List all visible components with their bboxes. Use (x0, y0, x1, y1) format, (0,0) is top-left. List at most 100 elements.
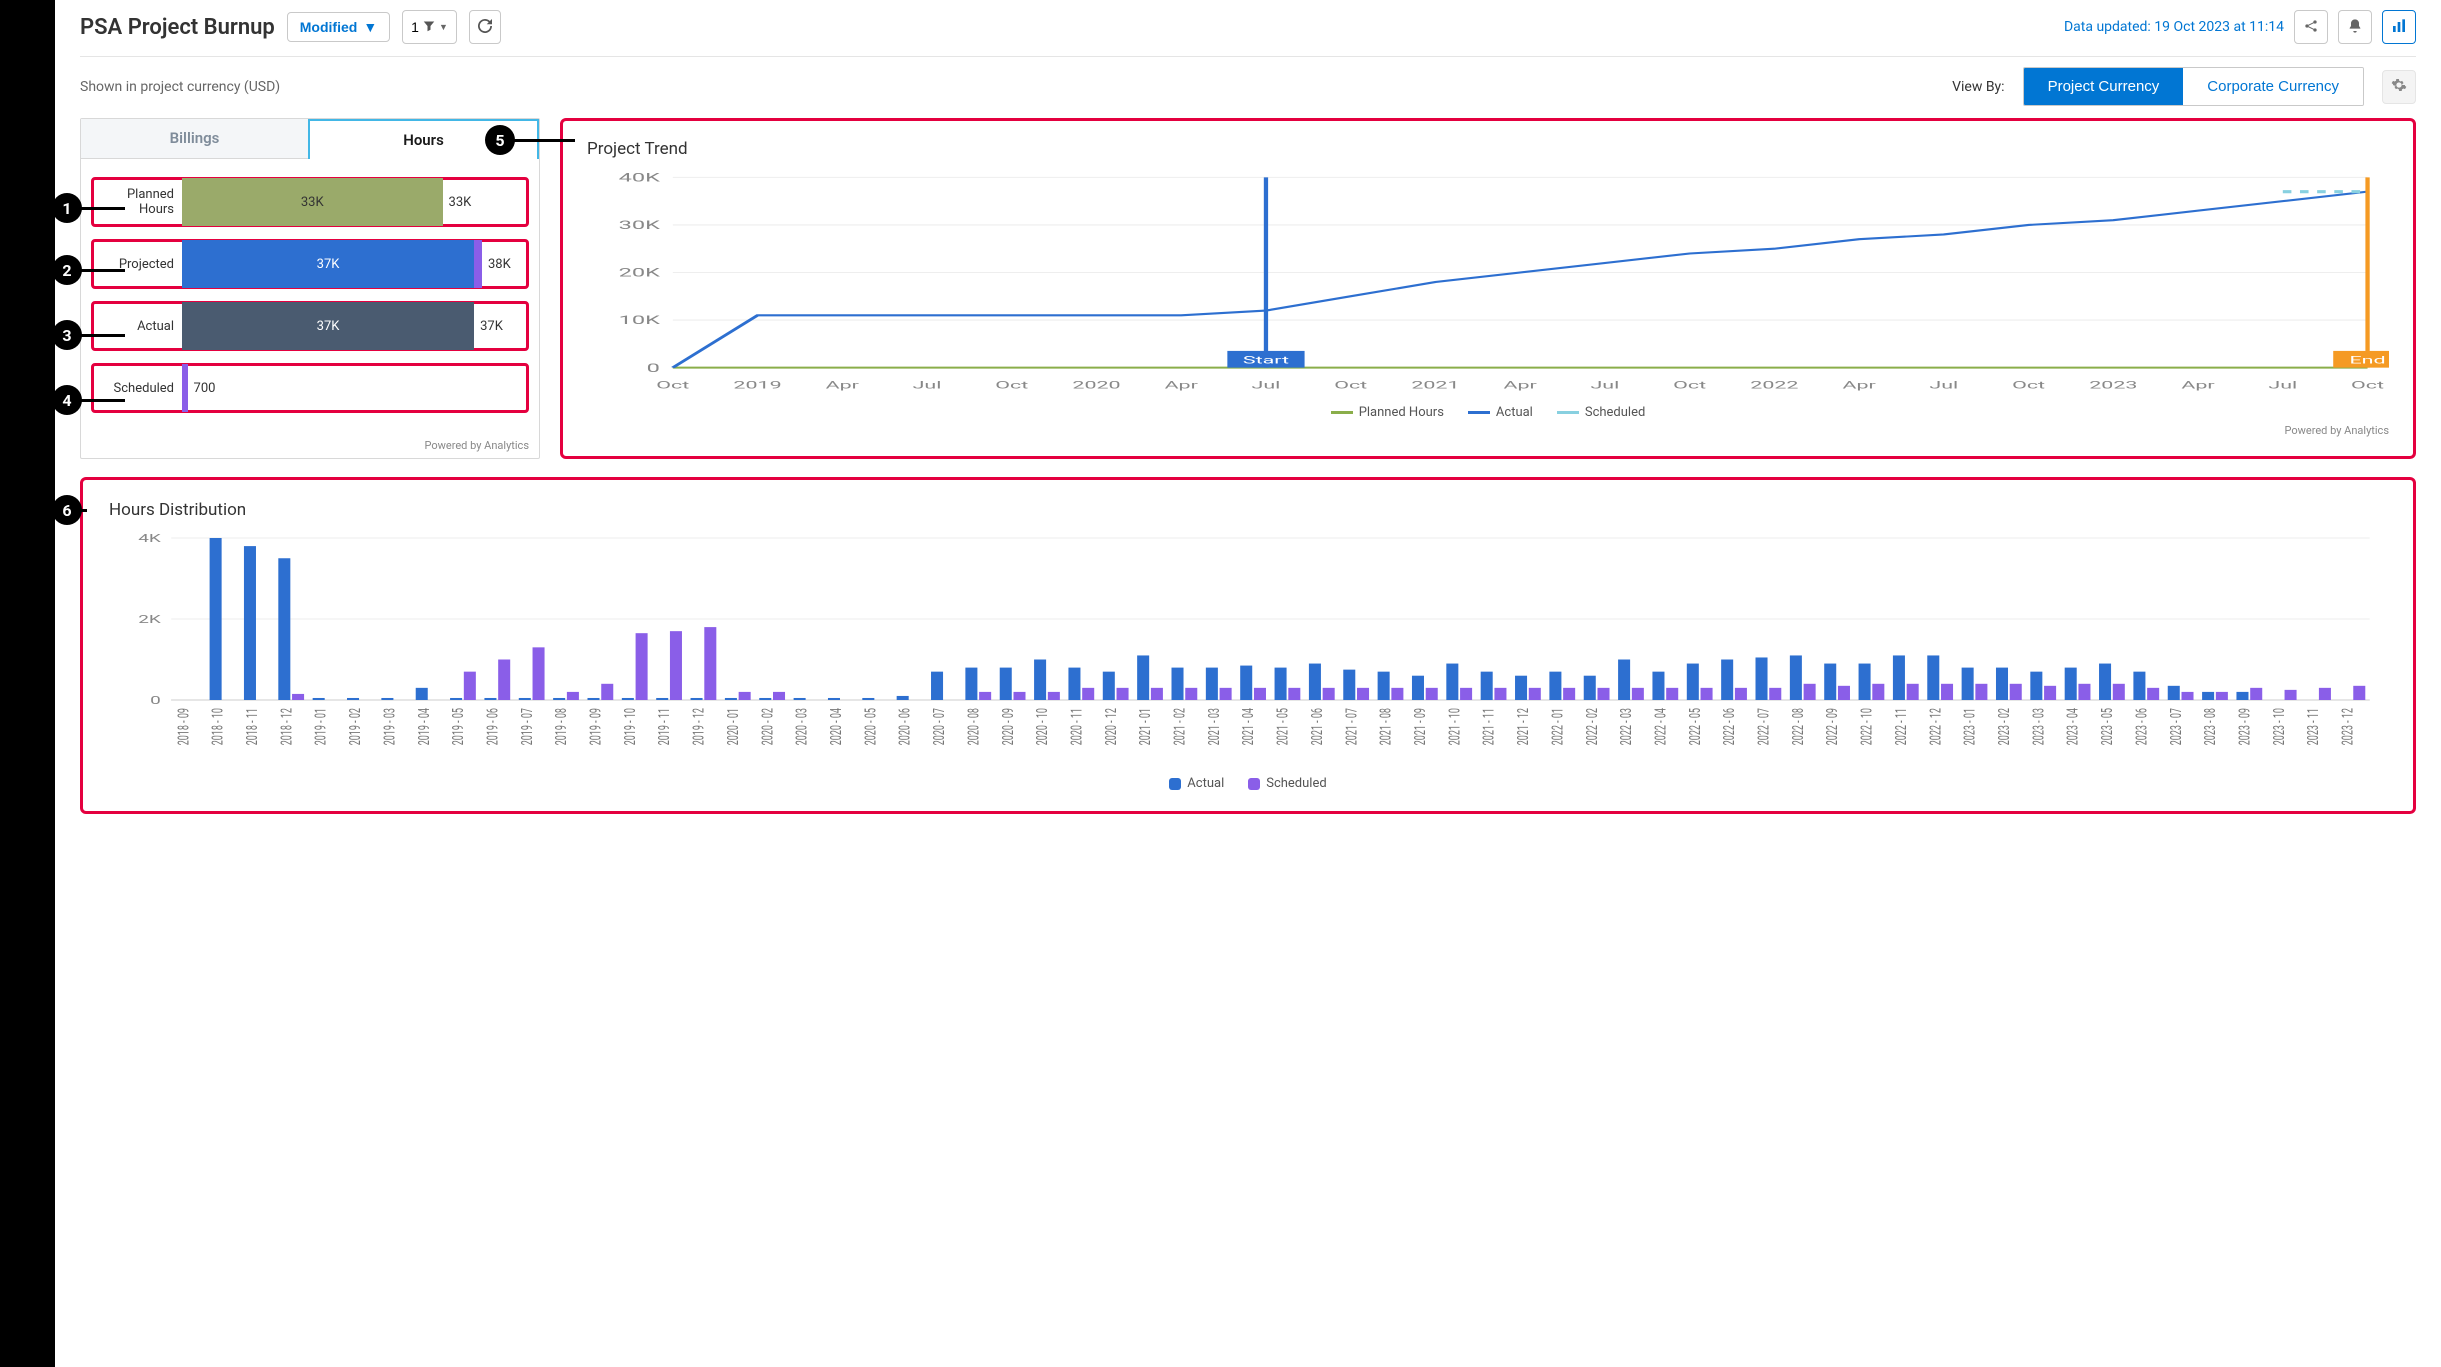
svg-text:0: 0 (150, 694, 161, 707)
svg-text:2020 - 08: 2020 - 08 (965, 708, 983, 745)
callout-line (510, 139, 575, 142)
header: PSA Project Burnup Modified ▼ 1 ▼ (80, 10, 2416, 57)
svg-text:2021 - 09: 2021 - 09 (1412, 708, 1430, 745)
bell-icon (2347, 18, 2363, 37)
bar-value: 38K (488, 257, 511, 272)
trend-legend: Planned Hours Actual Scheduled (587, 405, 2389, 420)
subheader: Shown in project currency (USD) View By:… (80, 67, 2416, 106)
svg-text:2019 - 10: 2019 - 10 (621, 708, 639, 745)
tab-project-currency[interactable]: Project Currency (2024, 68, 2184, 105)
svg-text:2019 - 04: 2019 - 04 (415, 708, 433, 745)
svg-text:End: End (2349, 354, 2385, 366)
svg-text:Oct: Oct (1673, 379, 1706, 391)
svg-text:Jul: Jul (913, 379, 942, 391)
svg-text:Jul: Jul (1252, 379, 1281, 391)
svg-text:2020 - 10: 2020 - 10 (1034, 708, 1052, 745)
svg-text:2020 - 06: 2020 - 06 (896, 708, 914, 745)
bar-cap (474, 240, 482, 288)
modified-dropdown[interactable]: Modified ▼ (287, 12, 390, 42)
svg-text:2019: 2019 (733, 379, 781, 391)
svg-text:4K: 4K (138, 532, 161, 545)
bar-fill: 33K (182, 178, 443, 226)
svg-text:2022 - 01: 2022 - 01 (1549, 708, 1567, 745)
caret-down-icon: ▼ (439, 22, 448, 32)
svg-text:2022 - 02: 2022 - 02 (1583, 708, 1601, 745)
svg-text:2023 - 06: 2023 - 06 (2133, 708, 2151, 745)
hours-distribution-title: Hours Distribution (109, 500, 2387, 520)
funnel-icon (423, 19, 435, 35)
svg-text:2021 - 07: 2021 - 07 (1343, 708, 1361, 745)
svg-text:2020 - 09: 2020 - 09 (999, 708, 1017, 745)
svg-text:2020 - 07: 2020 - 07 (931, 708, 949, 745)
svg-text:2K: 2K (138, 613, 161, 626)
notifications-button[interactable] (2338, 10, 2372, 44)
callout-3: 3 (52, 320, 82, 350)
svg-text:2018 - 12: 2018 - 12 (278, 708, 296, 745)
svg-text:20K: 20K (619, 266, 661, 280)
settings-button[interactable] (2382, 70, 2416, 104)
callout-6: 6 (52, 495, 82, 525)
svg-text:Jul: Jul (1929, 379, 1958, 391)
svg-text:2021 - 04: 2021 - 04 (1240, 708, 1258, 745)
svg-text:2022 - 09: 2022 - 09 (1824, 708, 1842, 745)
bar-row-actual: Actual37K37K (91, 301, 529, 351)
share-icon (2303, 18, 2319, 37)
svg-text:2021 - 08: 2021 - 08 (1377, 708, 1395, 745)
svg-text:Apr: Apr (2181, 379, 2215, 391)
svg-text:2019 - 06: 2019 - 06 (484, 708, 502, 745)
svg-text:10K: 10K (619, 314, 661, 328)
svg-text:2022 - 08: 2022 - 08 (1789, 708, 1807, 745)
share-button[interactable] (2294, 10, 2328, 44)
left-black-sidebar (0, 0, 55, 1367)
svg-text:Apr: Apr (826, 379, 860, 391)
project-trend-card: Project Trend 010K20K30K40KOct2019AprJul… (560, 118, 2416, 459)
bar-cap (182, 364, 188, 412)
currency-note: Shown in project currency (USD) (80, 79, 280, 95)
svg-text:2023 - 07: 2023 - 07 (2167, 708, 2185, 745)
svg-text:Oct: Oct (2351, 379, 2384, 391)
svg-text:2018 - 09: 2018 - 09 (175, 708, 193, 745)
svg-text:2023 - 04: 2023 - 04 (2064, 708, 2082, 745)
svg-text:2022 - 12: 2022 - 12 (1927, 708, 1945, 745)
viewby-label: View By: (1952, 79, 2004, 95)
bar-value: 37K (480, 319, 503, 334)
svg-text:2023: 2023 (2089, 379, 2137, 391)
gear-icon (2391, 77, 2407, 96)
tab-billings[interactable]: Billings (81, 119, 308, 159)
callout-5: 5 (485, 125, 515, 155)
bar-value: 33K (449, 195, 472, 210)
bar-row-planned: Planned Hours33K33K (91, 177, 529, 227)
svg-text:2020 - 12: 2020 - 12 (1102, 708, 1120, 745)
svg-text:2021 - 02: 2021 - 02 (1171, 708, 1189, 745)
svg-text:2023 - 12: 2023 - 12 (2339, 708, 2357, 745)
bar-row-scheduled: Scheduled700 (91, 363, 529, 413)
svg-text:2023 - 03: 2023 - 03 (2030, 708, 2048, 745)
callout-1: 1 (52, 193, 82, 223)
svg-text:2023 - 01: 2023 - 01 (1961, 708, 1979, 745)
svg-text:2019 - 07: 2019 - 07 (518, 708, 536, 745)
svg-text:2019 - 12: 2019 - 12 (690, 708, 708, 745)
svg-text:2023 - 08: 2023 - 08 (2202, 708, 2220, 745)
svg-text:Jul: Jul (1590, 379, 1619, 391)
hours-summary-card: Billings Hours Planned Hours33K33KProjec… (80, 118, 540, 459)
svg-text:2020 - 02: 2020 - 02 (759, 708, 777, 745)
svg-text:2019 - 01: 2019 - 01 (312, 708, 330, 745)
svg-text:2019 - 11: 2019 - 11 (656, 708, 674, 745)
powered-by-text: Powered by Analytics (587, 420, 2389, 437)
analytics-button[interactable] (2382, 10, 2416, 44)
filter-button[interactable]: 1 ▼ (402, 10, 457, 44)
data-updated-text: Data updated: 19 Oct 2023 at 11:14 (2064, 19, 2284, 35)
svg-text:2022 - 06: 2022 - 06 (1721, 708, 1739, 745)
tab-corporate-currency[interactable]: Corporate Currency (2183, 68, 2363, 105)
project-trend-chart: 010K20K30K40KOct2019AprJulOct2020AprJulO… (587, 169, 2389, 399)
filter-count: 1 (411, 19, 419, 35)
svg-text:2022 - 11: 2022 - 11 (1893, 708, 1911, 745)
svg-text:2023 - 10: 2023 - 10 (2270, 708, 2288, 745)
svg-text:Start: Start (1243, 354, 1289, 366)
svg-text:40K: 40K (619, 171, 661, 185)
svg-text:Oct: Oct (995, 379, 1028, 391)
svg-text:2023 - 05: 2023 - 05 (2099, 708, 2117, 745)
callout-line (77, 207, 125, 210)
refresh-button[interactable] (469, 10, 501, 44)
svg-text:2020 - 05: 2020 - 05 (862, 708, 880, 745)
